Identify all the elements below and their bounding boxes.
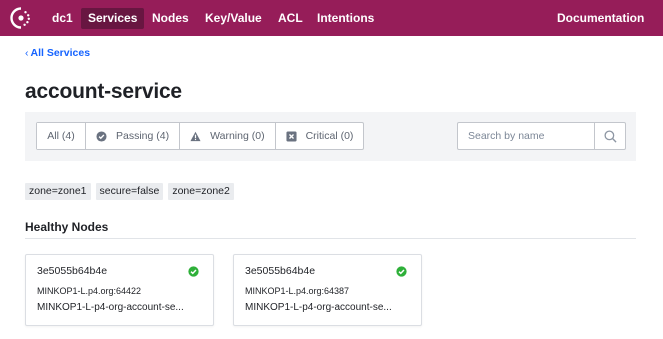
check-circle-icon	[96, 130, 107, 142]
filter-bar: All (4) Passing (4) Warning (0) Critical…	[25, 112, 636, 161]
passing-check-icon	[396, 266, 407, 277]
nav-intentions[interactable]: Intentions	[310, 8, 381, 29]
service-tags: zone=zone1 secure=false zone=zone2	[25, 183, 234, 200]
warning-triangle-icon	[190, 131, 201, 141]
filter-tab-critical[interactable]: Critical (0)	[276, 123, 364, 149]
filter-tab-label: Critical (0)	[305, 130, 354, 142]
nav-services[interactable]: Services	[81, 8, 145, 29]
nav-acl[interactable]: ACL	[271, 8, 310, 29]
search-input[interactable]	[458, 123, 594, 149]
filter-tab-label: All (4)	[47, 130, 75, 142]
breadcrumb-all-services[interactable]: ‹ All Services	[25, 47, 90, 59]
critical-x-icon	[286, 130, 297, 142]
node-service-id: MINKOP1-L-p4-org-account-se...	[37, 302, 184, 313]
node-card[interactable]: 3e5055b64b4e MINKOP1-L.p4.org:64422 MINK…	[25, 254, 214, 326]
search-icon	[603, 129, 617, 143]
nav-key-value[interactable]: Key/Value	[198, 8, 269, 29]
node-name: 3e5055b64b4e	[37, 265, 108, 277]
node-card[interactable]: 3e5055b64b4e MINKOP1-L.p4.org:64387 MINK…	[233, 254, 422, 326]
filter-tab-warning[interactable]: Warning (0)	[180, 123, 276, 149]
section-title-healthy-nodes: Healthy Nodes	[25, 220, 109, 234]
node-address: MINKOP1-L.p4.org:64422	[37, 286, 142, 296]
filter-tab-label: Passing (4)	[116, 130, 170, 142]
search-button[interactable]	[594, 123, 625, 149]
consul-logo-icon[interactable]	[9, 6, 33, 30]
filter-tab-label: Warning (0)	[210, 130, 265, 142]
datacenter-selector[interactable]: dc1	[45, 8, 80, 29]
page-title: account-service	[25, 80, 182, 103]
top-nav: dc1 Services Nodes Key/Value ACL Intenti…	[0, 0, 663, 36]
chevron-left-icon: ‹	[25, 47, 29, 59]
tag: secure=false	[95, 183, 164, 200]
passing-check-icon	[188, 266, 199, 277]
section-divider	[25, 238, 636, 239]
tag: zone=zone2	[168, 183, 234, 200]
breadcrumb-label: All Services	[30, 47, 91, 59]
nav-documentation[interactable]: Documentation	[550, 8, 651, 29]
node-address: MINKOP1-L.p4.org:64387	[245, 286, 350, 296]
health-filter-tabs: All (4) Passing (4) Warning (0) Critical…	[36, 122, 365, 150]
nav-nodes[interactable]: Nodes	[145, 8, 196, 29]
tag: zone=zone1	[25, 183, 91, 200]
search-box	[457, 122, 626, 150]
node-service-id: MINKOP1-L-p4-org-account-se...	[245, 302, 392, 313]
filter-tab-passing[interactable]: Passing (4)	[86, 123, 181, 149]
filter-tab-all[interactable]: All (4)	[37, 123, 86, 149]
node-name: 3e5055b64b4e	[245, 265, 316, 277]
